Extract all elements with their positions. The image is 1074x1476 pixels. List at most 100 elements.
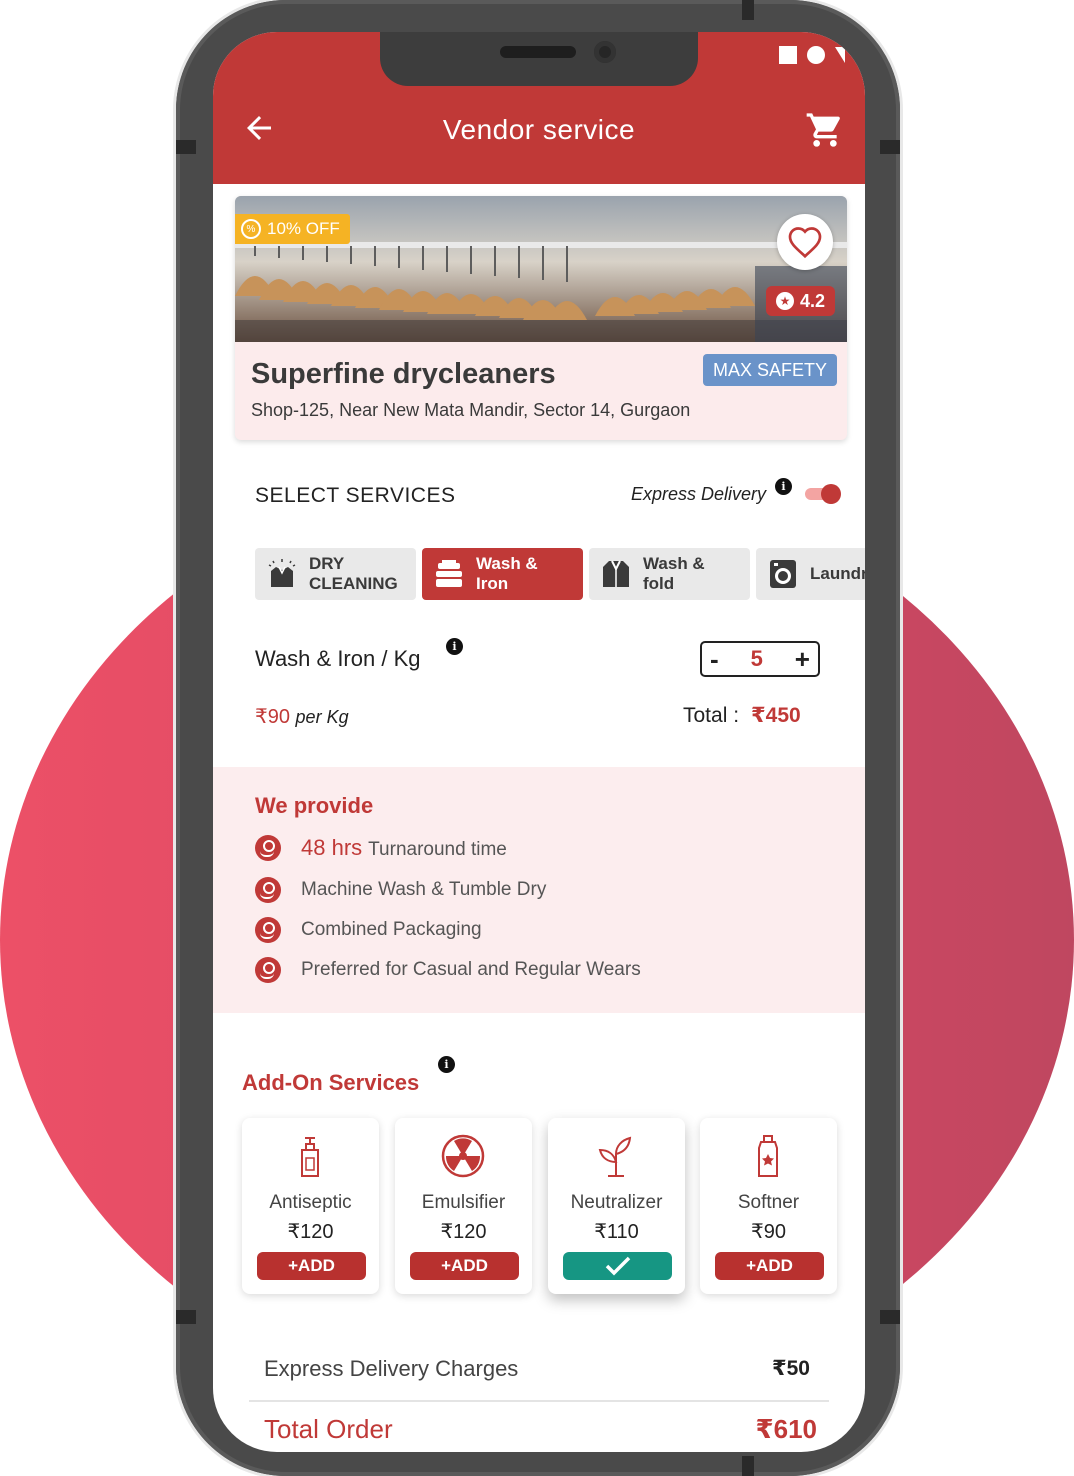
offer-badge: % 10% OFF (235, 214, 350, 244)
addon-card-antiseptic[interactable]: Antiseptic ₹120 +ADD (242, 1118, 379, 1294)
info-icon[interactable]: i (446, 638, 463, 655)
feature-text: Preferred for Casual and Regular Wears (301, 959, 641, 980)
tab-dry-cleaning[interactable]: DRY CLEANING (255, 548, 416, 600)
side-button (176, 140, 196, 154)
heart-icon (788, 227, 822, 259)
care-hand-icon (255, 877, 281, 903)
add-button[interactable]: +ADD (410, 1252, 519, 1280)
vendor-address: Shop-125, Near New Mata Mandir, Sector 1… (251, 400, 691, 420)
home-icon (807, 46, 825, 64)
toggle-knob (821, 484, 841, 504)
app-screen: Vendor service % 10% OFF ★ 4.2 Superfine… (213, 32, 865, 1452)
express-delivery-label: Express Delivery (631, 484, 767, 504)
add-button[interactable]: +ADD (715, 1252, 824, 1280)
wash-fold-icon (603, 560, 629, 587)
vendor-name: Superfine drycleaners (251, 358, 556, 390)
list-item: 48 hrs Turnaround time (255, 835, 507, 861)
top-button (742, 0, 754, 20)
app-bar: Vendor service (213, 32, 865, 184)
unit-price: ₹90 per Kg (255, 704, 349, 729)
tab-label-line2: CLEANING (309, 574, 398, 593)
quantity-stepper: - 5 + (700, 641, 820, 677)
favorite-button[interactable] (777, 214, 833, 270)
decrement-button[interactable]: - (710, 646, 719, 672)
service-item-name: Wash & Iron / Kg (255, 646, 421, 671)
price-unit: per Kg (295, 707, 349, 727)
we-provide-heading: We provide (255, 793, 374, 818)
plant-icon (598, 1136, 632, 1177)
page-title: Vendor service (442, 114, 636, 145)
speaker (500, 46, 576, 58)
radiation-icon (441, 1134, 485, 1178)
addon-card-neutralizer[interactable]: Neutralizer ₹110 (548, 1118, 685, 1294)
add-button[interactable]: +ADD (257, 1252, 366, 1280)
addon-name: Neutralizer (570, 1192, 663, 1213)
sanitizer-bottle-icon (301, 1137, 319, 1177)
addon-card-emulsifier[interactable]: Emulsifier ₹120 +ADD (395, 1118, 532, 1294)
rating-badge: ★ 4.2 (765, 286, 835, 316)
list-item: Combined Packaging (255, 917, 482, 943)
tab-wash-fold[interactable]: Wash & fold (589, 548, 750, 600)
rating-value: 4.2 (799, 290, 825, 311)
care-hand-icon (255, 835, 281, 861)
star-icon: ★ (775, 292, 794, 310)
mockup-stage: Vendor service % 10% OFF ★ 4.2 Superfine… (0, 0, 1074, 1476)
list-item: Machine Wash & Tumble Dry (255, 877, 546, 903)
addon-name: Softner (737, 1192, 800, 1213)
tab-label-line2: Iron (476, 574, 509, 593)
added-button[interactable] (563, 1252, 672, 1280)
item-total: Total : ₹450 (683, 703, 801, 728)
feature-text: Machine Wash & Tumble Dry (301, 879, 547, 900)
addon-heading: Add-On Services (242, 1070, 420, 1095)
feature-text: Combined Packaging (301, 919, 482, 940)
total-order-label: Total Order (264, 1414, 393, 1444)
divider (249, 1400, 829, 1402)
price-value: ₹90 (255, 706, 290, 728)
care-hand-icon (255, 917, 281, 943)
check-icon (605, 1256, 630, 1276)
safety-badge: MAX SAFETY (702, 354, 837, 386)
total-order-value: ₹610 (755, 1414, 817, 1444)
we-provide-section: We provide 48 hrs Turnaround time Machine… (213, 767, 865, 1013)
info-icon[interactable]: i (438, 1056, 455, 1073)
express-delivery-toggle[interactable] (805, 484, 841, 504)
tab-label-line1: Wash & (643, 554, 705, 573)
tab-label-line1: Wash & (476, 554, 538, 573)
phone-notch (380, 32, 698, 86)
addon-name: Emulsifier (421, 1192, 506, 1213)
increment-button[interactable]: + (795, 646, 810, 672)
softener-bottle-icon (758, 1135, 778, 1177)
camera (594, 41, 616, 63)
wash-iron-icon (436, 560, 462, 587)
list-item: Preferred for Casual and Regular Wears (255, 957, 641, 983)
tab-label-line2: fold (643, 574, 675, 593)
vendor-card[interactable]: % 10% OFF ★ 4.2 Superfine drycleaners MA… (235, 196, 847, 440)
percent-icon: % (241, 219, 261, 239)
express-charges-value: ₹50 (772, 1357, 810, 1380)
total-value: ₹450 (751, 704, 801, 727)
addon-price: ₹120 (287, 1221, 334, 1243)
express-charges-label: Express Delivery Charges (264, 1356, 519, 1381)
addon-price: ₹120 (440, 1221, 487, 1243)
side-button (176, 1310, 196, 1324)
tab-laundry[interactable]: Laundry (756, 548, 865, 600)
back-nav-icon (835, 47, 845, 63)
dry-cleaning-icon (268, 559, 296, 587)
total-label: Total : (683, 704, 740, 727)
addon-price: ₹90 (751, 1221, 786, 1243)
cart-icon[interactable] (805, 110, 845, 150)
side-button (880, 140, 900, 154)
addon-name: Antiseptic (269, 1192, 352, 1213)
service-tabs: DRY CLEANING Wash & Iron Wash & fold Laundr… (255, 548, 865, 600)
addon-card-softner[interactable]: Softner ₹90 +ADD (700, 1118, 837, 1294)
stop-icon (779, 46, 797, 64)
tab-wash-iron[interactable]: Wash & Iron (422, 548, 583, 600)
info-icon[interactable]: i (775, 478, 792, 495)
feature-highlight: 48 hrs (301, 835, 363, 860)
bottom-button (742, 1456, 754, 1476)
tab-label-line1: Laundry (810, 564, 865, 583)
side-button (880, 1310, 900, 1324)
tab-label-line1: DRY (309, 554, 345, 573)
offer-text: 10% OFF (267, 219, 340, 238)
washing-machine-icon (770, 560, 796, 588)
